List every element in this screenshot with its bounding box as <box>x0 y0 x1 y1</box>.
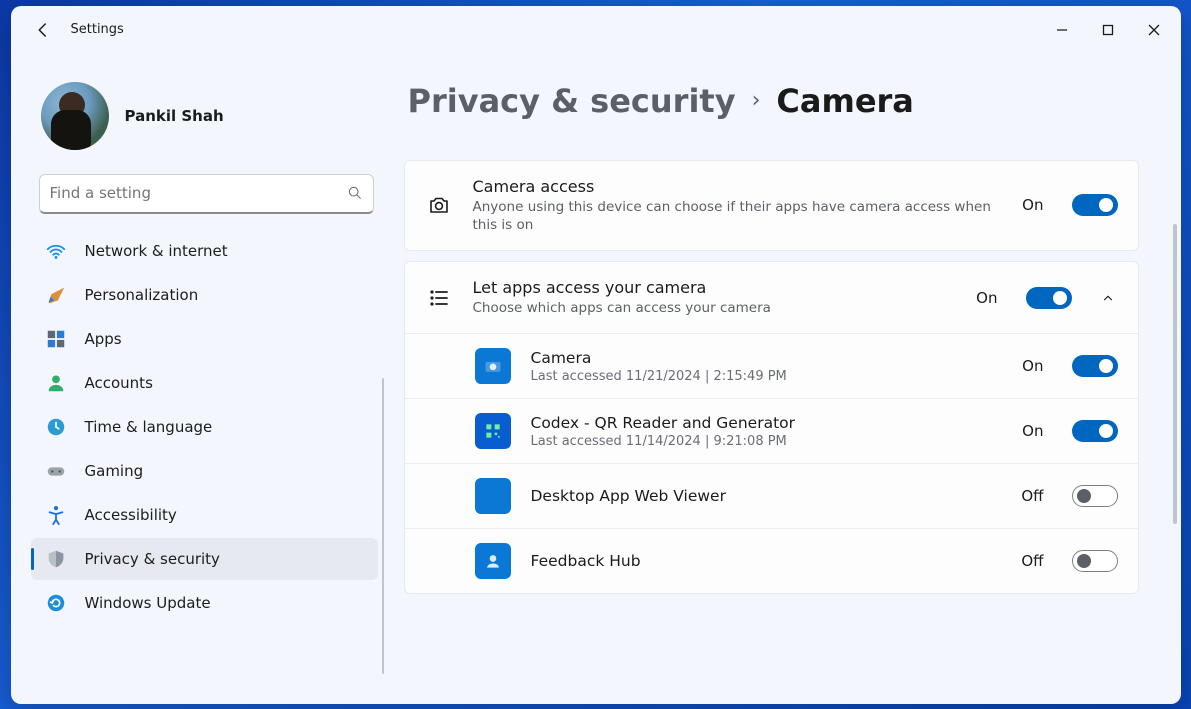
camera-access-card: Camera access Anyone using this device c… <box>404 160 1139 251</box>
sidebar-item-gaming[interactable]: Gaming <box>31 450 378 492</box>
user-name: Pankil Shah <box>125 107 224 125</box>
app-name: Camera <box>531 349 996 367</box>
toggle-state-label: On <box>970 289 998 307</box>
arrow-left-icon <box>34 21 52 39</box>
maximize-button[interactable] <box>1085 10 1131 50</box>
maximize-icon <box>1102 24 1114 36</box>
sidebar-item-label: Accessibility <box>85 506 177 524</box>
app-list: Camera Last accessed 11/21/2024 | 2:15:4… <box>405 333 1138 593</box>
sidebar-item-label: Apps <box>85 330 122 348</box>
sidebar-scrollbar[interactable] <box>382 378 384 674</box>
user-profile[interactable]: Pankil Shah <box>29 62 384 174</box>
breadcrumb-current: Camera <box>776 82 914 120</box>
app-toggle[interactable] <box>1072 550 1118 572</box>
person-icon <box>45 372 67 394</box>
search-input[interactable] <box>50 184 347 202</box>
camera-icon <box>425 193 453 217</box>
shield-icon <box>45 548 67 570</box>
avatar <box>41 82 109 150</box>
sidebar-item-accounts[interactable]: Accounts <box>31 362 378 404</box>
app-row-feedback-hub: Feedback Hub Off <box>405 528 1138 593</box>
setting-description: Choose which apps can access your camera <box>473 299 950 317</box>
sidebar-item-privacy[interactable]: Privacy & security <box>31 538 378 580</box>
close-button[interactable] <box>1131 10 1177 50</box>
toggle-state-label: Off <box>1016 552 1044 570</box>
close-icon <box>1148 24 1160 36</box>
minimize-button[interactable] <box>1039 10 1085 50</box>
app-toggle[interactable] <box>1072 485 1118 507</box>
accessibility-icon <box>45 504 67 526</box>
app-name: Codex - QR Reader and Generator <box>531 414 996 432</box>
content: Pankil Shah Network & internet Personali… <box>11 54 1181 704</box>
search-icon <box>347 185 363 201</box>
sidebar-item-label: Personalization <box>85 286 199 304</box>
apps-icon <box>45 328 67 350</box>
settings-window: Settings Pankil Shah <box>11 6 1181 704</box>
toggle-state-label: Off <box>1016 487 1044 505</box>
qr-app-icon <box>475 413 511 449</box>
setting-description: Anyone using this device can choose if t… <box>473 198 993 234</box>
let-apps-header[interactable]: Let apps access your camera Choose which… <box>405 262 1138 333</box>
sidebar-item-label: Network & internet <box>85 242 228 260</box>
app-row-desktop-web-viewer: Desktop App Web Viewer Off <box>405 463 1138 528</box>
app-last-accessed: Last accessed 11/14/2024 | 9:21:08 PM <box>531 434 996 449</box>
app-toggle[interactable] <box>1072 420 1118 442</box>
back-button[interactable] <box>23 10 63 50</box>
app-last-accessed: Last accessed 11/21/2024 | 2:15:49 PM <box>531 369 996 384</box>
main-panel: Privacy & security › Camera Camera acces… <box>396 54 1181 704</box>
sidebar-item-label: Gaming <box>85 462 144 480</box>
update-icon <box>45 592 67 614</box>
sidebar: Pankil Shah Network & internet Personali… <box>11 54 396 704</box>
sidebar-item-label: Time & language <box>85 418 213 436</box>
app-name: Desktop App Web Viewer <box>531 487 996 505</box>
toggle-state-label: On <box>1016 357 1044 375</box>
sidebar-item-time-language[interactable]: Time & language <box>31 406 378 448</box>
generic-app-icon <box>475 478 511 514</box>
app-row-camera: Camera Last accessed 11/21/2024 | 2:15:4… <box>405 333 1138 398</box>
feedback-app-icon <box>475 543 511 579</box>
sidebar-item-label: Privacy & security <box>85 550 220 568</box>
minimize-icon <box>1056 24 1068 36</box>
list-icon <box>425 286 453 310</box>
sidebar-item-label: Accounts <box>85 374 153 392</box>
app-toggle[interactable] <box>1072 355 1118 377</box>
sidebar-item-network[interactable]: Network & internet <box>31 230 378 272</box>
camera-app-icon <box>475 348 511 384</box>
sidebar-item-apps[interactable]: Apps <box>31 318 378 360</box>
brush-icon <box>45 284 67 306</box>
titlebar: Settings <box>11 6 1181 54</box>
let-apps-group: Let apps access your camera Choose which… <box>404 261 1139 594</box>
sidebar-item-accessibility[interactable]: Accessibility <box>31 494 378 536</box>
breadcrumb: Privacy & security › Camera <box>404 82 1157 120</box>
app-row-codex: Codex - QR Reader and Generator Last acc… <box>405 398 1138 463</box>
main-scrollbar[interactable] <box>1173 224 1177 524</box>
window-controls <box>1039 10 1177 50</box>
sidebar-item-personalization[interactable]: Personalization <box>31 274 378 316</box>
app-name: Feedback Hub <box>531 552 996 570</box>
gamepad-icon <box>45 460 67 482</box>
setting-title: Camera access <box>473 177 996 196</box>
chevron-up-icon <box>1098 291 1118 305</box>
setting-title: Let apps access your camera <box>473 278 950 297</box>
search-field[interactable] <box>39 174 374 214</box>
toggle-state-label: On <box>1016 422 1044 440</box>
wifi-icon <box>45 240 67 262</box>
sidebar-item-windows-update[interactable]: Windows Update <box>31 582 378 624</box>
let-apps-toggle[interactable] <box>1026 287 1072 309</box>
settings-list: Camera access Anyone using this device c… <box>404 160 1157 595</box>
camera-access-toggle[interactable] <box>1072 194 1118 216</box>
toggle-state-label: On <box>1016 196 1044 214</box>
breadcrumb-parent[interactable]: Privacy & security <box>408 82 736 120</box>
chevron-right-icon: › <box>752 88 761 113</box>
sidebar-nav: Network & internet Personalization Apps … <box>29 228 384 692</box>
sidebar-item-label: Windows Update <box>85 594 211 612</box>
clock-icon <box>45 416 67 438</box>
window-title: Settings <box>71 22 124 37</box>
